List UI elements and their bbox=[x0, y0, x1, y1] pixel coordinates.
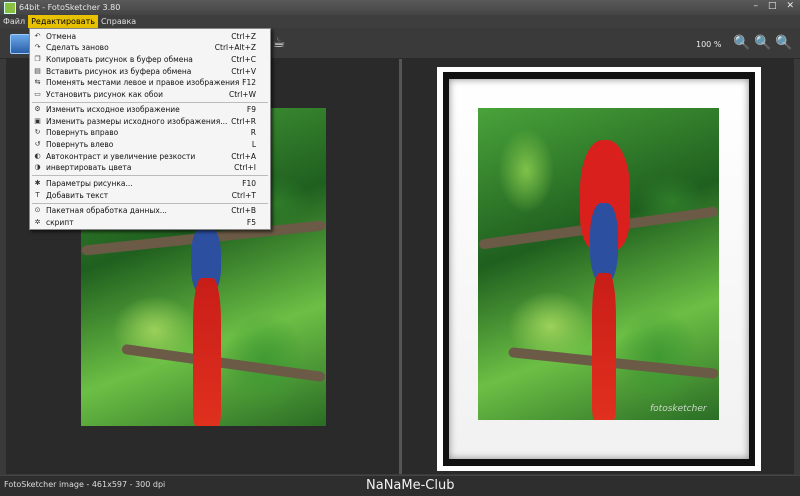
title-bar: 64bit - FotoSketcher 3.80 – □ ✕ bbox=[0, 0, 800, 15]
menu-item-edit-source[interactable]: ⚙ Изменить исходное изображение F9 bbox=[30, 104, 270, 115]
window-title: 64bit - FotoSketcher 3.80 bbox=[19, 3, 121, 12]
menu-item-autocontrast[interactable]: ◐ Автоконтраст и увеличение резкости Ctrl+… bbox=[30, 151, 270, 162]
zoom-reset-icon[interactable]: 🔍 bbox=[754, 34, 772, 54]
menu-separator bbox=[32, 102, 268, 103]
menu-item-script[interactable]: ✲ скрипт F5 bbox=[30, 217, 270, 228]
copy-icon: ❐ bbox=[34, 55, 41, 63]
parrot-tail-shape-2 bbox=[592, 273, 616, 420]
close-button[interactable]: ✕ bbox=[786, 1, 794, 11]
rotate-right-icon: ↻ bbox=[34, 128, 41, 136]
edit-menu-dropdown: ↶ Отмена Ctrl+Z ↷ Сделать заново Ctrl+Alt+Z … bbox=[29, 28, 271, 230]
menu-item-rotate-left[interactable]: ↺ Повернуть влево L bbox=[30, 139, 270, 150]
menu-bar: Файл Редактировать Справка bbox=[0, 15, 800, 28]
invert-icon: ◑ bbox=[34, 163, 41, 171]
gear-icon: ⚙ bbox=[34, 105, 41, 113]
menu-help[interactable]: Справка bbox=[98, 15, 139, 28]
monitor-icon: ▭ bbox=[34, 90, 41, 98]
menu-item-copy[interactable]: ❐ Копировать рисунок в буфер обмена Ctrl+C bbox=[30, 54, 270, 65]
branch-decoration-2 bbox=[121, 343, 326, 383]
minimize-button[interactable]: – bbox=[753, 1, 758, 11]
brand-watermark: NaNaMe-Club bbox=[366, 478, 455, 493]
menu-item-swap[interactable]: ⇆ Поменять местами левое и правое изображ… bbox=[30, 77, 270, 88]
swap-icon: ⇆ bbox=[34, 78, 41, 86]
zoom-out-icon[interactable]: 🔍 bbox=[775, 34, 793, 54]
parrot-wing-shape-2 bbox=[590, 203, 618, 283]
result-image: fotosketcher bbox=[478, 108, 719, 420]
menu-separator-3 bbox=[32, 203, 268, 204]
image-info: FotoSketcher image - 461x597 - 300 dpi bbox=[4, 480, 166, 489]
watermark-text: fotosketcher bbox=[650, 404, 707, 414]
contrast-icon: ◐ bbox=[34, 152, 41, 160]
paste-icon: ▤ bbox=[34, 67, 41, 75]
menu-separator-2 bbox=[32, 175, 268, 176]
redo-icon: ↷ bbox=[34, 43, 41, 51]
menu-item-paste[interactable]: ▤ Вставить рисунок из буфера обмена Ctrl+V bbox=[30, 66, 270, 77]
menu-item-add-text[interactable]: T Добавить текст Ctrl+T bbox=[30, 190, 270, 201]
menu-item-undo[interactable]: ↶ Отмена Ctrl+Z bbox=[30, 31, 270, 42]
parrot-tail-shape bbox=[193, 278, 221, 426]
palette-icon: ✱ bbox=[34, 179, 41, 187]
script-icon: ✲ bbox=[34, 218, 41, 226]
open-image-icon[interactable] bbox=[10, 34, 30, 54]
menu-item-invert[interactable]: ◑ инвертировать цвета Ctrl+I bbox=[30, 162, 270, 173]
zoom-in-icon[interactable]: 🔍 bbox=[733, 34, 751, 54]
menu-item-resize[interactable]: ▣ Изменить размеры исходного изображения.… bbox=[30, 116, 270, 127]
menu-item-redo[interactable]: ↷ Сделать заново Ctrl+Alt+Z bbox=[30, 42, 270, 53]
undo-icon: ↶ bbox=[34, 32, 41, 40]
menu-item-batch[interactable]: ⊙ Пакетная обработка данных... Ctrl+B bbox=[30, 205, 270, 216]
coffee-icon[interactable]: ☕ bbox=[270, 34, 288, 52]
menu-item-wallpaper[interactable]: ▭ Установить рисунок как обои Ctrl+W bbox=[30, 89, 270, 100]
menu-item-drawing-params[interactable]: ✱ Параметры рисунка... F10 bbox=[30, 178, 270, 189]
maximize-button[interactable]: □ bbox=[768, 1, 777, 11]
menu-item-rotate-right[interactable]: ↻ Повернуть вправо R bbox=[30, 127, 270, 138]
zoom-level: 100 % bbox=[696, 40, 722, 49]
app-icon bbox=[4, 1, 16, 14]
rotate-left-icon: ↺ bbox=[34, 140, 41, 148]
batch-icon: ⊙ bbox=[34, 206, 41, 214]
status-bar: FotoSketcher image - 461x597 - 300 dpi N… bbox=[0, 475, 800, 496]
resize-icon: ▣ bbox=[34, 117, 41, 125]
menu-edit[interactable]: Редактировать bbox=[28, 15, 98, 28]
menu-file[interactable]: Файл bbox=[0, 15, 28, 28]
text-icon: T bbox=[35, 191, 40, 199]
